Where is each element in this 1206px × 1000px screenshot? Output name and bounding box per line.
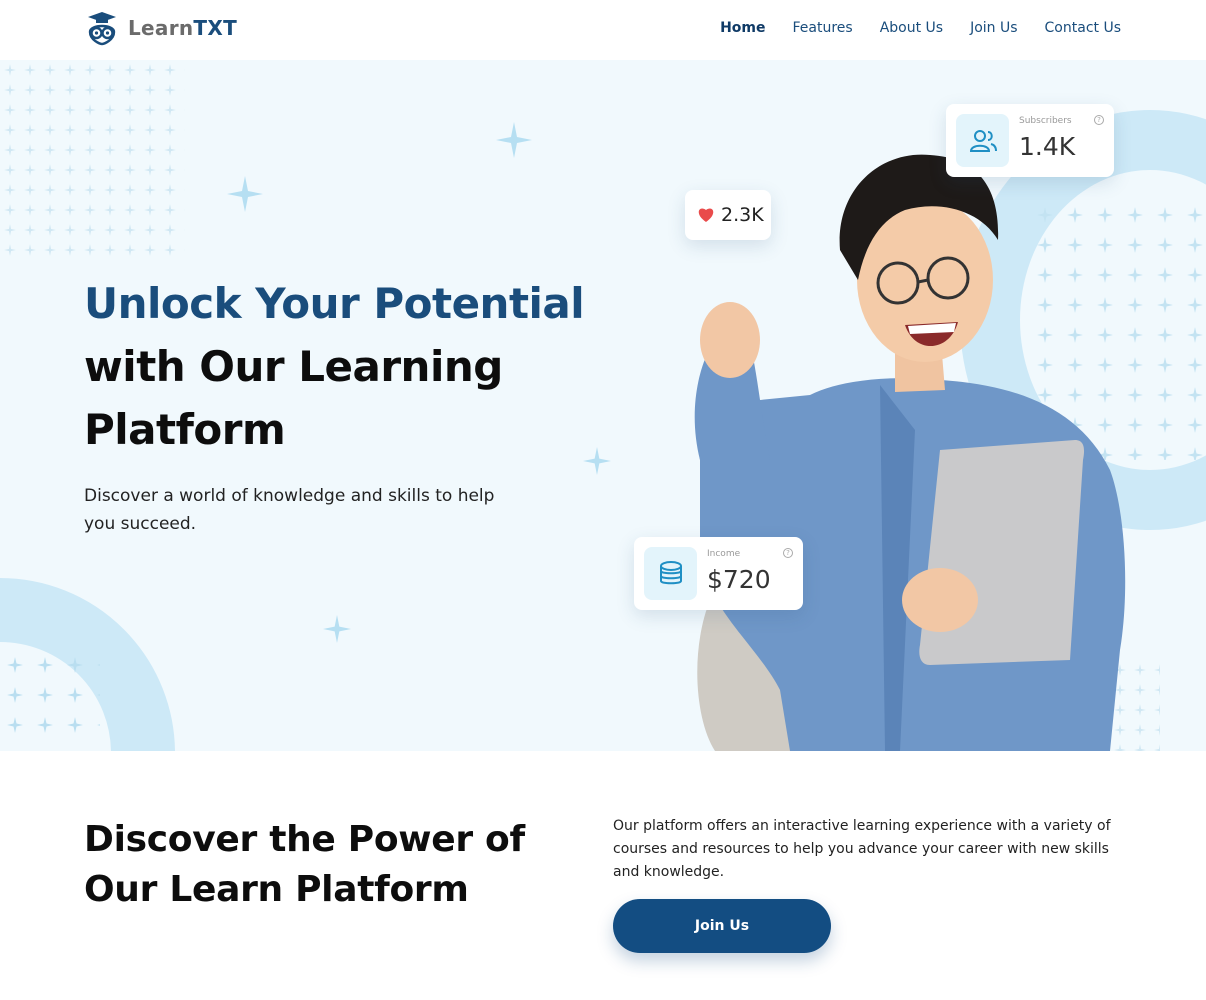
hero-title-line3: Platform bbox=[84, 405, 286, 454]
income-icon-box bbox=[644, 547, 697, 600]
sparkle-icon bbox=[227, 176, 263, 212]
income-card: Income $720 ? bbox=[634, 537, 803, 610]
coins-icon bbox=[659, 560, 682, 584]
logo-text-txt: TXT bbox=[193, 16, 238, 40]
hero-subtitle: Discover a world of knowledge and skills… bbox=[84, 486, 495, 534]
main-nav: Home Features About Us Join Us Contact U… bbox=[720, 20, 1121, 36]
logo[interactable]: LearnTXT bbox=[84, 10, 237, 46]
income-label: Income bbox=[707, 549, 741, 559]
help-icon[interactable]: ? bbox=[1094, 115, 1104, 125]
join-us-button[interactable]: Join Us bbox=[613, 899, 831, 953]
help-icon[interactable]: ? bbox=[783, 548, 793, 558]
sparkle-icon bbox=[496, 122, 532, 158]
owl-logo-icon bbox=[88, 12, 116, 46]
logo-text: LearnTXT bbox=[128, 16, 237, 40]
heart-icon bbox=[698, 208, 714, 222]
likes-value: 2.3K bbox=[721, 204, 764, 226]
subscribers-value: 1.4K bbox=[1019, 132, 1076, 161]
section-title: Discover the Power of Our Learn Platform bbox=[84, 819, 525, 910]
section-description: Our platform offers an interactive learn… bbox=[613, 818, 1111, 880]
dot-pattern-top-left bbox=[0, 60, 185, 260]
nav-features[interactable]: Features bbox=[792, 20, 852, 36]
site-header: LearnTXT Home Features About Us Join Us … bbox=[0, 0, 1206, 60]
sparkle-icon bbox=[323, 615, 351, 643]
nav-join-us[interactable]: Join Us bbox=[970, 20, 1017, 36]
subscribers-label: Subscribers bbox=[1019, 116, 1072, 126]
dot-pattern-bottom-left bbox=[0, 650, 100, 740]
logo-text-learn: Learn bbox=[128, 16, 194, 40]
nav-about-us[interactable]: About Us bbox=[880, 20, 943, 36]
income-value: $720 bbox=[707, 565, 771, 594]
subscribers-card: Subscribers 1.4K ? bbox=[946, 104, 1114, 177]
hero-title-line1: Unlock Your Potential bbox=[84, 279, 585, 328]
likes-card: 2.3K bbox=[685, 190, 771, 240]
nav-home[interactable]: Home bbox=[720, 20, 765, 36]
hero-title: Unlock Your Potential with Our Learning … bbox=[84, 272, 604, 461]
subscribers-icon-box bbox=[956, 114, 1009, 167]
users-icon bbox=[969, 129, 997, 152]
hero-title-line2: with Our Learning bbox=[84, 342, 503, 391]
nav-contact-us[interactable]: Contact Us bbox=[1045, 20, 1121, 36]
hero-section: Unlock Your Potential with Our Learning … bbox=[0, 60, 1206, 751]
